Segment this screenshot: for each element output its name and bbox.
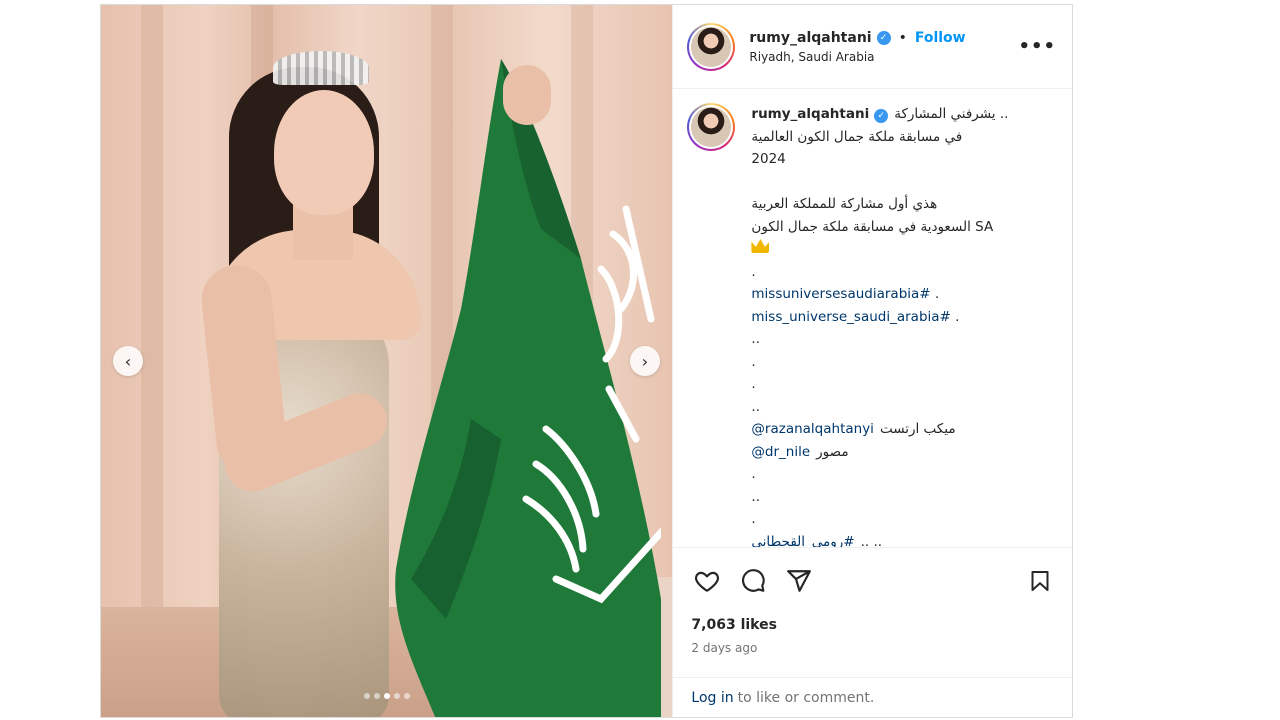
carousel-indicator <box>101 693 672 699</box>
caption-line: @dr_nile مصور <box>751 441 1008 464</box>
carousel-dot <box>373 693 380 699</box>
carousel-dot <box>383 693 390 699</box>
caption-line: . <box>751 463 1008 486</box>
caption-line: rumy_alqahtani ✓ يشرفني المشاركة .. <box>751 103 1008 126</box>
instagram-post: ‹ › rumy_alqahtani ✓ • Follow Riyadh, Sa… <box>100 4 1073 718</box>
comment-button[interactable] <box>737 565 769 597</box>
caption-line: السعودية في مسابقة ملكة جمال الكون SA <box>751 216 1008 239</box>
mention-link[interactable]: @dr_nile <box>751 444 810 460</box>
verified-badge-icon: ✓ <box>876 30 891 45</box>
login-prompt: Log in to like or comment. <box>673 677 1072 717</box>
chevron-right-icon: › <box>641 351 649 371</box>
caption-line <box>751 238 1008 261</box>
caption-line: هذي أول مشاركة للمملكة العربية <box>751 193 1008 216</box>
caption-text: ميكب ارتست <box>879 421 956 437</box>
post-header: rumy_alqahtani ✓ • Follow Riyadh, Saudi … <box>673 5 1072 89</box>
follow-button[interactable]: Follow <box>915 30 966 46</box>
caption-line: . <box>751 261 1008 284</box>
caption-text: في مسابقة ملكة جمال الكون العالمية <box>751 128 963 145</box>
caption-line: #missuniversesaudiarabia . <box>751 283 1008 306</box>
caption-text: .. <box>751 398 760 415</box>
caption-avatar[interactable] <box>687 103 736 151</box>
carousel-dot <box>363 693 370 699</box>
like-button[interactable] <box>691 565 723 597</box>
caption-line: . <box>751 373 1008 396</box>
next-image-button[interactable]: › <box>630 346 660 376</box>
username-link[interactable]: rumy_alqahtani <box>749 30 871 46</box>
caption-text: .. .. <box>860 533 883 548</box>
chevron-left-icon: ‹ <box>124 351 132 371</box>
login-prompt-text: to like or comment. <box>737 689 875 706</box>
caption-text: . <box>930 286 940 302</box>
caption-line: .. <box>751 328 1008 351</box>
caption-text: السعودية في مسابقة ملكة جمال الكون SA <box>751 218 994 235</box>
action-bar <box>673 547 1072 613</box>
login-link[interactable]: Log in <box>691 690 733 706</box>
caption-text: . <box>751 376 756 392</box>
caption-text: . <box>751 263 756 280</box>
caption-text: 2024 <box>751 151 786 167</box>
post-side-panel: rumy_alqahtani ✓ • Follow Riyadh, Saudi … <box>672 5 1072 717</box>
caption-text: . <box>751 353 756 370</box>
carousel-dot <box>393 693 400 699</box>
caption-line: .. <box>751 486 1008 509</box>
caption-line: 2024 <box>751 148 1008 171</box>
avatar[interactable] <box>687 22 736 71</box>
hashtag-link[interactable]: #رومي_القحطاني <box>751 534 854 548</box>
likes-count[interactable]: 7,063 likes <box>673 613 1072 637</box>
caption-text: .. <box>751 488 760 505</box>
caption-line: #رومي_القحطاني .. .. <box>751 531 1008 548</box>
caption-line: #miss_universe_saudi_arabia . <box>751 306 1008 329</box>
caption-line: .. <box>751 396 1008 419</box>
more-options-icon[interactable]: ••• <box>1018 36 1056 57</box>
post-timestamp[interactable]: 2 days ago <box>673 637 1072 659</box>
caption: rumy_alqahtani ✓ يشرفني المشاركة .. في مساب… <box>673 89 1072 547</box>
caption-line: في مسابقة ملكة جمال الكون العالمية <box>751 126 1008 149</box>
caption-text: مصور <box>816 443 849 460</box>
paper-plane-icon <box>787 569 812 592</box>
verified-badge-icon: ✓ <box>874 109 889 124</box>
save-button[interactable] <box>1024 565 1056 597</box>
caption-line <box>751 171 1008 194</box>
comment-icon <box>742 568 766 592</box>
hashtag-link[interactable]: #miss_universe_saudi_arabia <box>751 309 950 325</box>
caption-body: rumy_alqahtani ✓ يشرفني المشاركة .. في مساب… <box>751 103 1008 547</box>
share-button[interactable] <box>783 565 815 597</box>
separator: • <box>898 29 907 46</box>
caption-text: هذي أول مشاركة للمملكة العربية <box>751 196 938 212</box>
caption-text: . <box>950 308 960 325</box>
crown-emoji-icon <box>751 239 770 253</box>
saudi-flag <box>395 59 661 717</box>
caption-username-link[interactable]: rumy_alqahtani <box>751 106 869 122</box>
caption-line: . <box>751 508 1008 531</box>
carousel-dot <box>403 693 410 699</box>
caption-text: .. <box>751 331 760 347</box>
caption-line: @razanalqahtanyi ميكب ارتست <box>751 418 1008 441</box>
caption-text: يشرفني المشاركة .. <box>894 106 1009 122</box>
caption-line: . <box>751 351 1008 374</box>
mention-link[interactable]: @razanalqahtanyi <box>751 421 874 437</box>
previous-image-button[interactable]: ‹ <box>113 346 143 376</box>
caption-text: . <box>751 511 756 527</box>
caption-text: . <box>751 466 756 482</box>
post-media[interactable]: ‹ › <box>101 5 673 717</box>
location-link[interactable]: Riyadh, Saudi Arabia <box>749 50 1018 64</box>
heart-icon <box>695 571 720 592</box>
hashtag-link[interactable]: #missuniversesaudiarabia <box>751 286 930 302</box>
hand <box>503 65 551 125</box>
bookmark-icon <box>1031 570 1049 591</box>
